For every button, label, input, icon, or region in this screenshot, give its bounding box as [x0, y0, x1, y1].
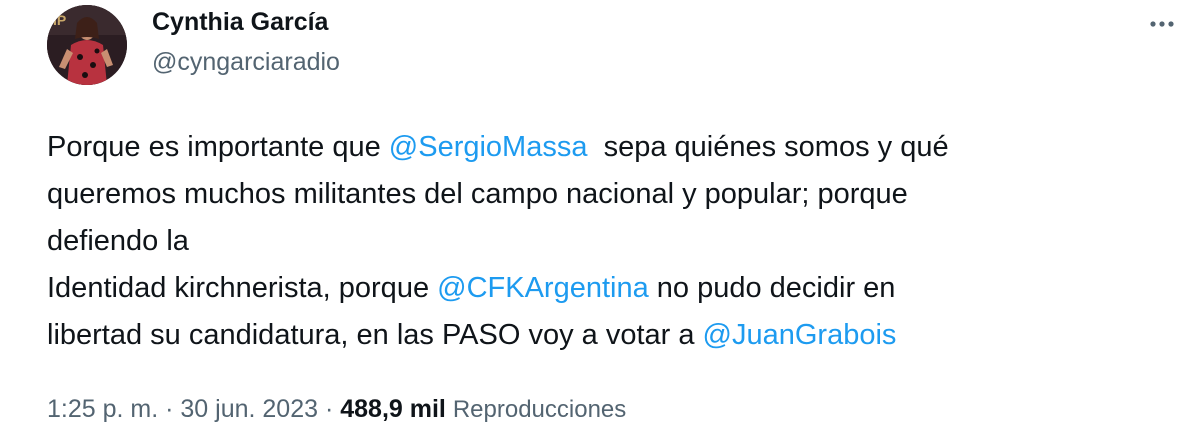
more-options-button[interactable] [1140, 6, 1184, 42]
mention-link-cfkargentina[interactable]: @CFKArgentina [437, 272, 649, 304]
profile-photo: IP [47, 5, 127, 85]
views-label: Reproducciones [452, 396, 627, 423]
svg-text:IP: IP [53, 12, 66, 28]
tweet-line: queremos muchos militantes del campo nac… [47, 178, 908, 210]
tweet-text-segment: no pudo decidir en [648, 272, 896, 304]
tweet-line: Identidad kirchnerista, porque @CFKArgen… [47, 265, 1157, 312]
author-name[interactable]: Cynthia García [152, 8, 328, 37]
tweet-date: 30 jun. 2023 [180, 395, 319, 423]
tweet-text-segment: libertad su candidatura, en las PASO voy… [47, 319, 703, 351]
tweet-line: defiendo la [47, 225, 189, 257]
tweet-line: Porque es importante que @SergioMassa se… [47, 124, 1157, 171]
avatar[interactable]: IP [47, 5, 127, 85]
tweet-text-segment: Identidad kirchnerista, porque [47, 272, 438, 304]
author-handle[interactable]: @cyngarciaradio [152, 48, 340, 77]
tweet-text-segment: sepa quiénes somos y qué [587, 131, 949, 163]
mention-link-sergiomassa[interactable]: @SergioMassa [389, 131, 588, 163]
meta-separator: · [318, 395, 341, 423]
meta-separator: · [158, 395, 181, 423]
mention-link-juangrabois[interactable]: @JuanGrabois [703, 319, 897, 351]
views-count: 488,9 mil [340, 395, 446, 423]
tweet-text-segment: Porque es importante que [47, 131, 389, 163]
tweet-line: libertad su candidatura, en las PASO voy… [47, 312, 1157, 359]
more-horizontal-icon [1150, 21, 1174, 27]
timestamp-link[interactable]: 1:25 p. m. · 30 jun. 2023 [47, 395, 318, 423]
tweet-meta: 1:25 p. m. · 30 jun. 2023 · 488,9 mil Re… [47, 395, 626, 424]
tweet-text: Porque es importante que @SergioMassa se… [47, 124, 1157, 359]
tweet-time: 1:25 p. m. [47, 395, 159, 423]
